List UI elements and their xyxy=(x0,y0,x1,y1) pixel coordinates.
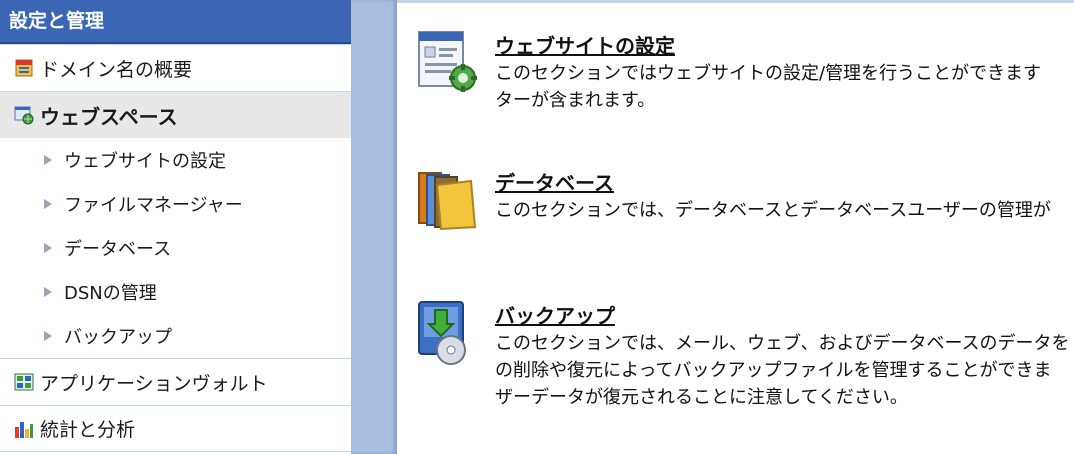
sidebar-item-label: 統計と分析 xyxy=(40,419,136,441)
triangle-bullet-icon xyxy=(44,243,52,253)
section-description: このセクションでは、メール、ウェブ、およびデータベースのデータを の削除や復元に… xyxy=(495,330,1074,411)
sidebar-item-domain-overview[interactable]: ドメイン名の概要 xyxy=(0,44,351,91)
sidebar-subitem-file-manager[interactable]: ファイルマネージャー xyxy=(0,182,351,226)
sidebar-item-webspace[interactable]: ウェブスペース xyxy=(0,91,351,138)
sidebar-subitem-label: DSNの管理 xyxy=(64,283,157,304)
section-description: このセクションでは、データベースとデータベースユーザーの管理が xyxy=(495,197,1074,224)
sidebar-subitem-label: データベース xyxy=(64,239,172,260)
sidebar-subitem-database[interactable]: データベース xyxy=(0,226,351,270)
sidebar: 設定と管理 ドメイン名の概要 ウェブスペース ウェブサイトの設定 ファイルマネー… xyxy=(0,0,351,454)
sidebar-subitem-label: ファイルマネージャー xyxy=(64,195,243,216)
sidebar-subitem-website-settings[interactable]: ウェブサイトの設定 xyxy=(0,138,351,182)
application-vault-icon xyxy=(14,373,34,391)
sidebar-header: 設定と管理 xyxy=(0,0,351,44)
triangle-bullet-icon xyxy=(44,155,52,165)
sidebar-item-statistics[interactable]: 統計と分析 xyxy=(0,405,351,452)
domain-overview-icon xyxy=(15,59,33,77)
description-line: ターが含まれます。 xyxy=(495,90,656,111)
triangle-bullet-icon xyxy=(44,331,52,341)
sidebar-item-application-vault[interactable]: アプリケーションヴォルト xyxy=(0,358,351,405)
section-title-database[interactable]: データベース xyxy=(495,167,614,196)
webspace-icon xyxy=(14,106,34,125)
sidebar-item-label: ドメイン名の概要 xyxy=(40,58,193,81)
sidebar-subitem-backup[interactable]: バックアップ xyxy=(0,314,351,358)
backup-icon[interactable] xyxy=(415,300,481,366)
section-title-website-settings[interactable]: ウェブサイトの設定 xyxy=(495,30,675,59)
sidebar-subitem-label: ウェブサイトの設定 xyxy=(64,151,226,172)
sidebar-item-label: ウェブスペース xyxy=(40,104,178,129)
section-description: このセクションではウェブサイトの設定/管理を行うことができます ターが含まれます… xyxy=(495,60,1074,114)
description-line: このセクションでは、データベースとデータベースユーザーの管理が xyxy=(495,200,1051,221)
database-folder-icon[interactable] xyxy=(415,167,481,233)
triangle-bullet-icon xyxy=(44,199,52,209)
section-title-backup[interactable]: バックアップ xyxy=(495,300,615,329)
sidebar-gutter xyxy=(351,0,397,454)
description-line: このセクションでは、メール、ウェブ、およびデータベースのデータを xyxy=(495,333,1070,354)
statistics-chart-icon xyxy=(15,421,33,438)
triangle-bullet-icon xyxy=(44,287,52,297)
description-line: の削除や復元によってバックアップファイルを管理することができま xyxy=(495,360,1052,381)
main-content: ウェブサイトの設定 このセクションではウェブサイトの設定/管理を行うことができま… xyxy=(397,0,1074,454)
description-line: ザーデータが復元されることに注意してください。 xyxy=(495,387,908,408)
sidebar-item-label: アプリケーションヴォルト xyxy=(40,372,268,395)
description-line: このセクションではウェブサイトの設定/管理を行うことができます xyxy=(495,63,1042,84)
sidebar-subitem-label: バックアップ xyxy=(64,327,172,348)
website-settings-icon[interactable] xyxy=(415,30,481,96)
sidebar-subitem-dsn[interactable]: DSNの管理 xyxy=(0,270,351,314)
